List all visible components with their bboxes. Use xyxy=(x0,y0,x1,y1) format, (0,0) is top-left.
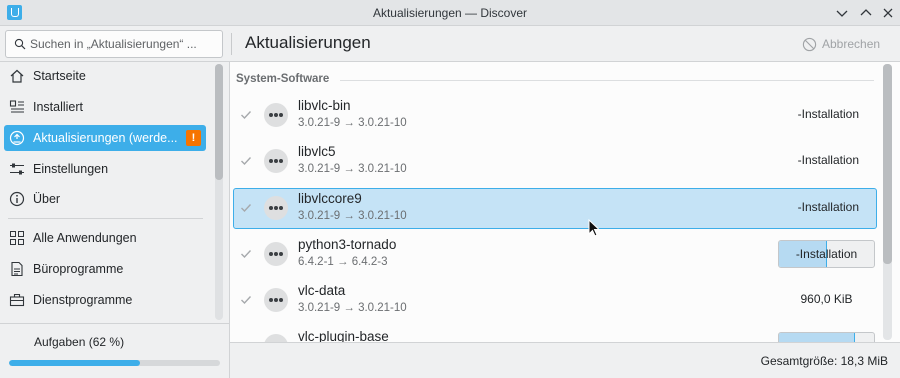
package-row[interactable]: libvlc5 3.0.21-9 → 3.0.21-10 -Installati… xyxy=(233,141,877,182)
package-icon xyxy=(264,149,288,173)
checkmark-icon[interactable] xyxy=(239,108,253,122)
cancel-label: Abbrechen xyxy=(822,37,881,51)
page-title: Aktualisierungen xyxy=(245,33,371,52)
package-icon xyxy=(264,103,288,127)
main-scrollbar-thumb[interactable] xyxy=(883,64,892,264)
search-icon xyxy=(14,38,26,50)
office-icon xyxy=(9,261,25,277)
chevron-up-icon xyxy=(860,9,872,16)
sidebar-item-label: Dienstprogramme xyxy=(33,293,133,307)
sidebar-separator xyxy=(8,218,203,219)
sidebar-item-aktualisierungen[interactable]: Aktualisierungen (werde... ! xyxy=(4,125,206,151)
sidebar-item-label: Aktualisierungen (werde... xyxy=(33,131,178,145)
sidebar-scrollbar-thumb[interactable] xyxy=(215,64,223,180)
search-input[interactable] xyxy=(30,31,220,57)
package-status: -Installation xyxy=(795,247,858,261)
cancel-icon xyxy=(802,37,817,51)
installed-list-icon xyxy=(9,99,25,115)
package-icon xyxy=(264,334,288,342)
close-button[interactable] xyxy=(879,4,897,22)
toolbox-icon xyxy=(9,292,25,308)
sidebar-item-label: Alle Anwendungen xyxy=(33,231,137,245)
package-icon xyxy=(264,196,288,220)
section-title: System-Software xyxy=(236,73,330,85)
package-status: -Installation xyxy=(797,153,859,167)
maximize-button[interactable] xyxy=(857,4,875,22)
sidebar-item-label: Startseite xyxy=(33,69,86,83)
chevron-down-icon xyxy=(836,10,848,17)
tasks-progress-fill xyxy=(9,360,140,366)
tasks-label: Aufgaben (62 %) xyxy=(34,335,125,349)
home-icon xyxy=(9,68,25,84)
package-name: libvlc-bin xyxy=(298,98,351,113)
package-name: vlc-plugin-base xyxy=(298,329,389,342)
package-name: python3-tornado xyxy=(298,237,397,252)
mouse-cursor-icon xyxy=(588,219,600,237)
package-row[interactable]: libvlc-bin 3.0.21-9 → 3.0.21-10 -Install… xyxy=(233,95,877,136)
package-status: -Installation xyxy=(797,200,859,214)
sidebar-item-label: Über xyxy=(33,192,61,206)
package-size: 960,0 KiB xyxy=(800,292,853,306)
package-version: 3.0.21-9 → 3.0.21-10 xyxy=(298,117,407,129)
sidebar-item-startseite[interactable]: Startseite xyxy=(4,63,206,89)
package-icon xyxy=(264,242,288,266)
settings-sliders-icon xyxy=(9,161,25,177)
package-icon xyxy=(264,288,288,312)
tasks-progress-bar xyxy=(9,360,220,366)
package-name: libvlccore9 xyxy=(298,191,362,206)
package-progress-status xyxy=(778,332,875,342)
package-row[interactable]: vlc-data 3.0.21-9 → 3.0.21-10 960,0 KiB xyxy=(233,280,877,321)
checkmark-icon[interactable] xyxy=(239,201,253,215)
package-row[interactable]: vlc-plugin-base xyxy=(233,326,877,342)
tasks-panel[interactable]: Aufgaben (62 %) xyxy=(0,323,229,378)
total-size-label: Gesamtgröße: 18,3 MiB xyxy=(760,354,888,368)
sidebar-item-einstellungen[interactable]: Einstellungen xyxy=(4,156,206,182)
package-status: -Installation xyxy=(797,107,859,121)
package-row[interactable]: python3-tornado 6.4.2-1 → 6.4.2-3 -Insta… xyxy=(233,234,877,275)
cancel-button[interactable]: Abbrechen xyxy=(802,33,880,55)
package-version: 6.4.2-1 → 6.4.2-3 xyxy=(298,256,388,268)
sidebar-item-label: Büroprogramme xyxy=(33,262,124,276)
info-icon xyxy=(9,191,25,207)
package-progress-status: -Installation xyxy=(778,240,875,268)
close-icon xyxy=(883,8,893,18)
package-row-selected[interactable]: libvlccore9 3.0.21-9 → 3.0.21-10 -Instal… xyxy=(233,188,877,229)
sidebar-item-alle-anwendungen[interactable]: Alle Anwendungen xyxy=(4,225,206,251)
updates-icon xyxy=(9,130,25,146)
checkmark-icon[interactable] xyxy=(239,154,253,168)
sidebar-item-bueroprogramme[interactable]: Büroprogramme xyxy=(4,256,206,282)
minimize-button[interactable] xyxy=(833,4,851,22)
package-version: 3.0.21-9 → 3.0.21-10 xyxy=(298,210,407,222)
checkmark-icon[interactable] xyxy=(239,293,253,307)
checkmark-icon[interactable] xyxy=(239,247,253,261)
package-progress-fill xyxy=(779,333,855,342)
updates-list: System-Software libvlc-bin 3.0.21-9 → 3.… xyxy=(230,62,900,342)
sidebar-item-ueber[interactable]: Über xyxy=(4,186,206,212)
sidebar: Startseite Installiert Aktualisierungen … xyxy=(0,62,229,323)
sidebar-item-dienstprogramme[interactable]: Dienstprogramme xyxy=(4,287,206,313)
package-name: libvlc5 xyxy=(298,144,336,159)
sidebar-item-label: Installiert xyxy=(33,100,84,114)
package-version: 3.0.21-9 → 3.0.21-10 xyxy=(298,302,407,314)
grid-icon xyxy=(9,230,25,246)
sidebar-item-installiert[interactable]: Installiert xyxy=(4,94,206,120)
section-divider xyxy=(340,80,874,81)
sidebar-item-label: Einstellungen xyxy=(33,162,109,176)
title-bar: Aktualisierungen — Discover xyxy=(0,0,900,26)
footer-bar: Gesamtgröße: 18,3 MiB xyxy=(230,342,900,378)
header-divider xyxy=(231,33,232,55)
warning-badge: ! xyxy=(186,130,201,146)
search-box[interactable] xyxy=(5,30,223,58)
package-version: 3.0.21-9 → 3.0.21-10 xyxy=(298,163,407,175)
window-title: Aktualisierungen — Discover xyxy=(372,6,528,20)
package-name: vlc-data xyxy=(298,283,346,298)
header-toolbar: Aktualisierungen Abbrechen xyxy=(0,26,900,62)
